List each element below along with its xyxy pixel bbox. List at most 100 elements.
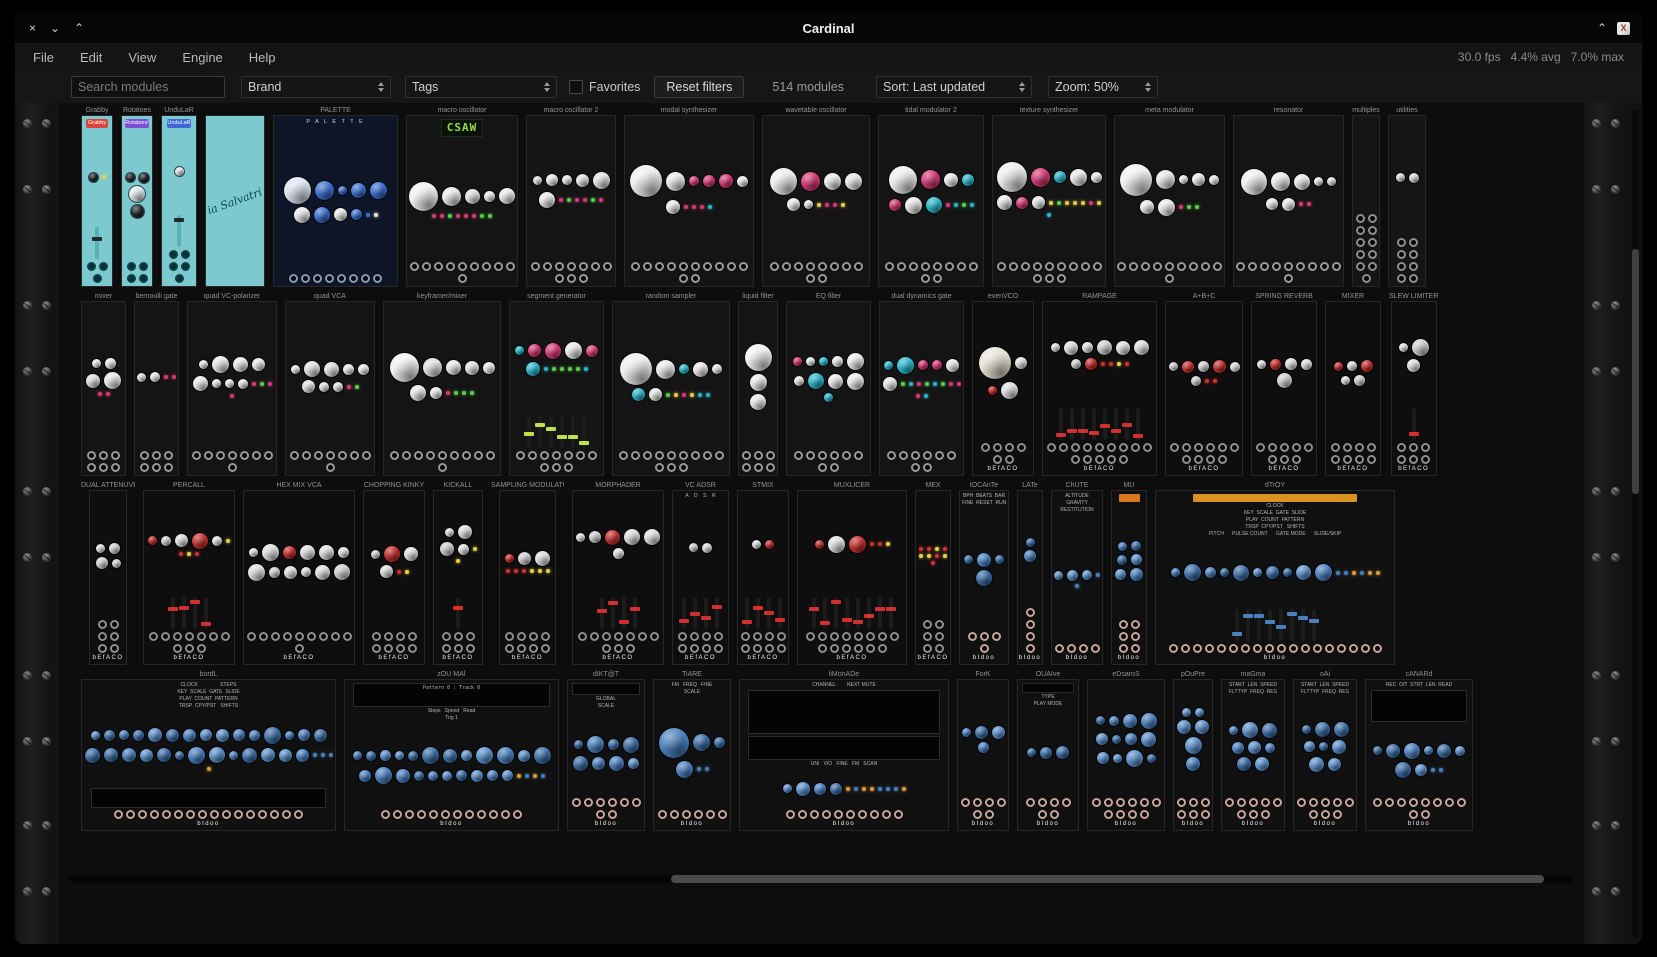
knob [1301, 359, 1312, 370]
port-jack [139, 262, 148, 271]
port-jack [139, 274, 148, 283]
led-indicator [462, 391, 466, 395]
knob [1082, 342, 1093, 353]
menu-help[interactable]: Help [249, 50, 276, 65]
port-jack [295, 632, 304, 641]
module-card[interactable]: RAMPAGEbEfACO [1042, 292, 1157, 476]
module-card[interactable]: SAMPLING MODULATORbEfACO [491, 481, 564, 665]
module-card[interactable]: multiples [1352, 106, 1380, 287]
module-card[interactable]: MUXLICERbEfACO [797, 481, 907, 665]
brand-dropdown[interactable]: Brand [241, 76, 391, 98]
rack-screw [1592, 119, 1601, 128]
module-card[interactable]: meta modulator [1114, 106, 1225, 287]
led-indicator [544, 367, 548, 371]
module-card[interactable]: VC ADSRA D S RbEfACO [672, 481, 729, 665]
module-card[interactable]: tidal modulator 2 [878, 106, 984, 287]
module-card[interactable]: PERCALLbEfACO [143, 481, 235, 665]
module-card[interactable]: utilities [1388, 106, 1426, 287]
vertical-scrollbar-thumb[interactable] [1632, 249, 1639, 494]
module-card[interactable]: mixer [81, 292, 126, 476]
module-card[interactable]: evenVCObEfACO [972, 292, 1034, 476]
module-card[interactable]: MIXERbEfACO [1325, 292, 1381, 476]
module-card[interactable]: oAiSTART LEN SPEEDFLTTYP FREQ RESbIdoo [1293, 670, 1357, 831]
module-card[interactable]: dTrOYCLOCKKEY SCALE GATE SLIDEPLAY COUNT… [1155, 481, 1395, 665]
module-card[interactable]: MEXbEfACO [915, 481, 951, 665]
port-jack [572, 798, 581, 807]
module-card[interactable]: OUAIveTYPEPLAY MODEbIdoo [1017, 670, 1079, 831]
module-card[interactable]: texture synthesizer [992, 106, 1106, 287]
favorites-checkbox[interactable] [569, 80, 583, 94]
module-card[interactable]: dual dynamics gate [879, 292, 964, 476]
module-card[interactable]: STMIXbEfACO [737, 481, 789, 665]
module-card[interactable]: cANARdREC O/T STRT LEN READbIdoo [1365, 670, 1473, 831]
module-card[interactable]: bordLCLOCK STEPSKEY SCALE GATE SLIDEPLAY… [81, 670, 336, 831]
module-card[interactable]: maGmaSTART LEN SPEEDFLTTYP FREQ RESbIdoo [1221, 670, 1285, 831]
module-card[interactable]: resonator [1233, 106, 1344, 287]
module-card[interactable]: MORPHADERbEfACO [572, 481, 664, 665]
module-card[interactable]: ChUTEALTITUDEGRAVITYRESTITUTIONbIdoo [1051, 481, 1103, 665]
menu-engine[interactable]: Engine [182, 50, 222, 65]
menu-view[interactable]: View [128, 50, 156, 65]
module-card[interactable]: bernoulli gate [134, 292, 179, 476]
knob [576, 533, 585, 542]
module-card[interactable]: quad VCA [285, 292, 375, 476]
knob-area [1020, 708, 1076, 797]
module-card[interactable]: SLEW LIMITERbEfACO [1389, 292, 1438, 476]
sort-dropdown[interactable]: Sort: Last updated [876, 76, 1032, 98]
led-indicator [546, 569, 550, 573]
module-card[interactable]: ForKbIdoo [957, 670, 1009, 831]
port-jack [753, 644, 762, 653]
port-jack [1128, 810, 1137, 819]
module-card[interactable]: keyframer/mixer [383, 292, 501, 476]
port-jack [981, 443, 990, 452]
module-card[interactable]: liMonADeCHANNEL NEXT MUTEUNI V/O FINE FM… [739, 670, 949, 831]
port-jack [222, 810, 231, 819]
module-card[interactable]: DUAL ATTENUVERTERbEfACO [81, 481, 135, 665]
module-card[interactable]: A+B+CbEfACO [1165, 292, 1243, 476]
vertical-scrollbar[interactable] [1632, 109, 1639, 938]
zoom-dropdown[interactable]: Zoom: 50% [1048, 76, 1158, 98]
menu-file[interactable]: File [33, 50, 54, 65]
module-card[interactable]: segment generator [509, 292, 604, 476]
module-card[interactable]: UnduLaRUnduLaR [161, 106, 197, 287]
module-card[interactable]: tOCAnTeBPH BEATS BARFINE RESET RUNbIdoo [959, 481, 1009, 665]
module-card[interactable]: PALETTEP A L E T T E [273, 106, 398, 287]
module-card[interactable]: random sampler [612, 292, 730, 476]
menu-edit[interactable]: Edit [80, 50, 102, 65]
module-card[interactable]: CHOPPING KINKYbEfACO [363, 481, 425, 665]
module-card[interactable]: EQ filter [786, 292, 871, 476]
module-card[interactable]: zOÙ MAÏPattern 0 : Track 0Steps Speed Re… [344, 670, 559, 831]
knob-area [882, 304, 961, 450]
module-card[interactable]: LATebIdoo [1017, 481, 1043, 665]
zoom-dropdown-label: Zoom: 50% [1055, 80, 1119, 94]
module-card[interactable]: wavetable oscillator [762, 106, 870, 287]
horizontal-scrollbar[interactable] [69, 875, 1574, 883]
module-card[interactable]: MUbIdoo [1111, 481, 1147, 665]
knob [129, 186, 145, 202]
rack-screw [23, 185, 32, 194]
module-card[interactable]: macro oscillatorCSAW [406, 106, 518, 287]
module-card[interactable]: liquid filter [738, 292, 778, 476]
search-input[interactable] [71, 76, 225, 98]
module-card[interactable]: SPRING REVERBbEfACO [1251, 292, 1317, 476]
led-indicator [440, 214, 444, 218]
module-card[interactable]: modal synthesizer [624, 106, 754, 287]
module-card[interactable]: Aria Salvatrice [205, 106, 265, 287]
module-card[interactable]: HEX MIX VCAbEfACO [243, 481, 355, 665]
tags-dropdown[interactable]: Tags [405, 76, 557, 98]
module-card[interactable]: KICKALLbEfACO [433, 481, 483, 665]
reset-filters-button[interactable]: Reset filters [654, 76, 744, 98]
module-card[interactable]: eDsaroSbIdoo [1087, 670, 1165, 831]
knob [976, 570, 992, 586]
module-card[interactable]: dIKT@TGLOBALSCALEbIdoo [567, 670, 645, 831]
module-card[interactable]: GrabbyGrabby [81, 106, 113, 287]
module-card[interactable]: quad VC-polarizer [187, 292, 277, 476]
module-card[interactable]: pOuPrebIdoo [1173, 670, 1213, 831]
port-jack [887, 451, 896, 460]
horizontal-scrollbar-thumb[interactable] [671, 875, 1544, 883]
module-card[interactable]: TiAREFM FREQ FINESCALEbIdoo [653, 670, 731, 831]
module-card[interactable]: RotatoesRotatoes! [121, 106, 153, 287]
module-card[interactable]: macro oscillator 2 [526, 106, 616, 287]
knob [1255, 757, 1269, 771]
module-name: CHOPPING KINKY [364, 481, 424, 490]
